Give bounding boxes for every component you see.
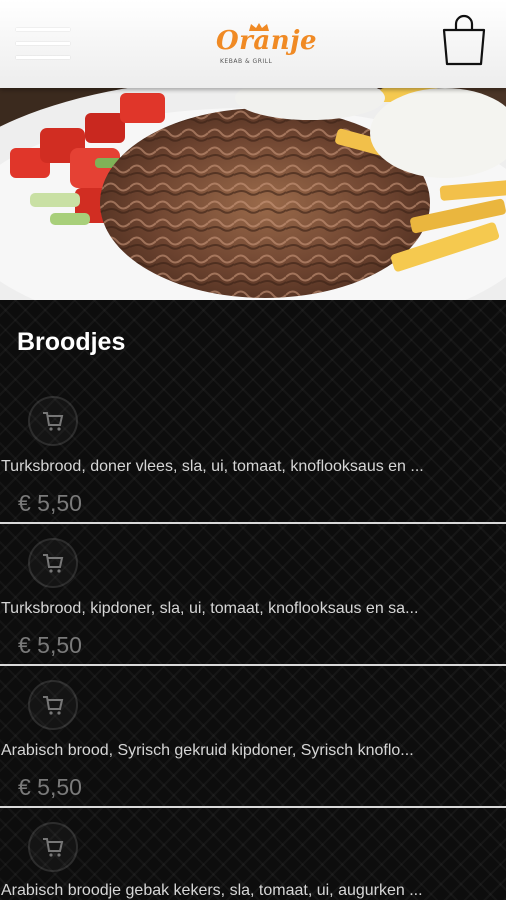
item-price: € 5,50 [18, 490, 82, 516]
item-cart-icon[interactable] [28, 822, 78, 872]
menu-item[interactable]: Turksbrood, doner vlees, sla, ui, tomaat… [0, 384, 506, 526]
item-price: € 5,50 [18, 632, 82, 658]
hero-image [0, 88, 506, 300]
top-bar: Oranje KEBAB & GRILL [0, 0, 506, 88]
item-cart-icon[interactable] [28, 538, 78, 588]
item-cart-icon[interactable] [28, 396, 78, 446]
divider [0, 522, 506, 524]
divider [0, 664, 506, 666]
menu-item[interactable]: Arabisch brood, Syrisch gekruid kipdoner… [0, 668, 506, 810]
logo[interactable]: Oranje KEBAB & GRILL [210, 22, 317, 72]
shopping-bag-icon[interactable] [440, 12, 488, 68]
item-description: Turksbrood, kipdoner, sla, ui, tomaat, k… [1, 600, 419, 617]
item-cart-icon[interactable] [28, 680, 78, 730]
divider [0, 806, 506, 808]
logo-text: Oranje [216, 26, 318, 56]
logo-subtitle: KEBAB & GRILL [220, 58, 273, 65]
item-price: € 5,50 [18, 774, 82, 800]
menu-item[interactable]: Arabisch broodje gebak kekers, sla, toma… [0, 810, 506, 900]
item-description: Turksbrood, doner vlees, sla, ui, tomaat… [1, 458, 424, 475]
menu-item[interactable]: Turksbrood, kipdoner, sla, ui, tomaat, k… [0, 526, 506, 668]
item-description: Arabisch broodje gebak kekers, sla, toma… [1, 882, 423, 899]
item-description: Arabisch brood, Syrisch gekruid kipdoner… [1, 742, 414, 759]
hamburger-menu-icon[interactable] [16, 26, 70, 62]
menu-content: Broodjes Turksbrood, doner vlees, sla, u… [0, 300, 506, 900]
section-title: Broodjes [17, 328, 126, 356]
